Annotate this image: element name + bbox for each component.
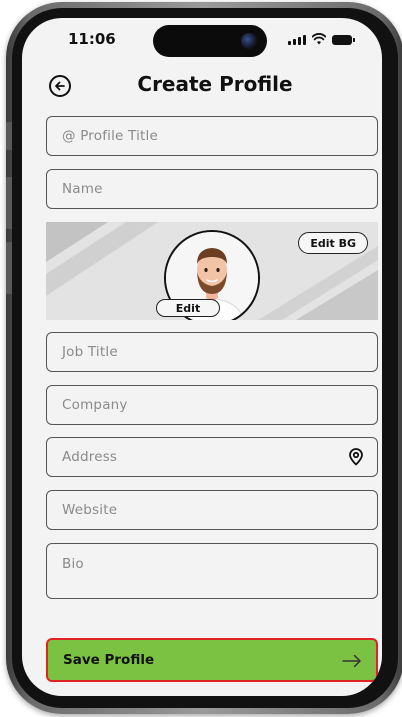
page-title: Create Profile xyxy=(137,72,293,96)
website-placeholder: Website xyxy=(62,502,118,518)
bio-textarea[interactable]: Bio xyxy=(46,543,378,599)
edit-avatar-label: Edit xyxy=(175,301,201,315)
location-pin-icon[interactable] xyxy=(347,448,365,466)
status-icons xyxy=(288,33,355,45)
edit-avatar-button[interactable]: Edit xyxy=(156,299,220,317)
camera-icon xyxy=(241,33,257,49)
signal-icon xyxy=(288,35,306,45)
name-placeholder: Name xyxy=(62,181,103,197)
edit-bg-label: Edit BG xyxy=(310,236,356,250)
app-screen: 11:06 Create Profile @ Profile Title Nam… xyxy=(22,18,382,696)
job-title-placeholder: Job Title xyxy=(62,344,118,360)
company-input[interactable]: Company xyxy=(46,385,378,425)
wifi-icon xyxy=(312,33,326,45)
save-profile-button[interactable]: Save Profile xyxy=(46,638,378,682)
name-input[interactable]: Name xyxy=(46,169,378,209)
company-placeholder: Company xyxy=(62,397,128,413)
website-input[interactable]: Website xyxy=(46,490,378,530)
status-time: 11:06 xyxy=(68,30,116,48)
edit-bg-button[interactable]: Edit BG xyxy=(298,232,368,254)
save-profile-label: Save Profile xyxy=(63,652,155,668)
arrow-right-icon xyxy=(342,654,361,668)
dynamic-island xyxy=(153,25,267,57)
status-bar: 11:06 xyxy=(22,18,382,64)
address-input[interactable]: Address xyxy=(46,437,378,477)
profile-title-placeholder: @ Profile Title xyxy=(62,128,158,144)
job-title-input[interactable]: Job Title xyxy=(46,332,378,372)
profile-title-input[interactable]: @ Profile Title xyxy=(46,116,378,156)
header: Create Profile xyxy=(22,66,382,106)
battery-icon xyxy=(332,35,355,45)
address-placeholder: Address xyxy=(62,449,118,465)
bio-placeholder: Bio xyxy=(62,556,84,572)
